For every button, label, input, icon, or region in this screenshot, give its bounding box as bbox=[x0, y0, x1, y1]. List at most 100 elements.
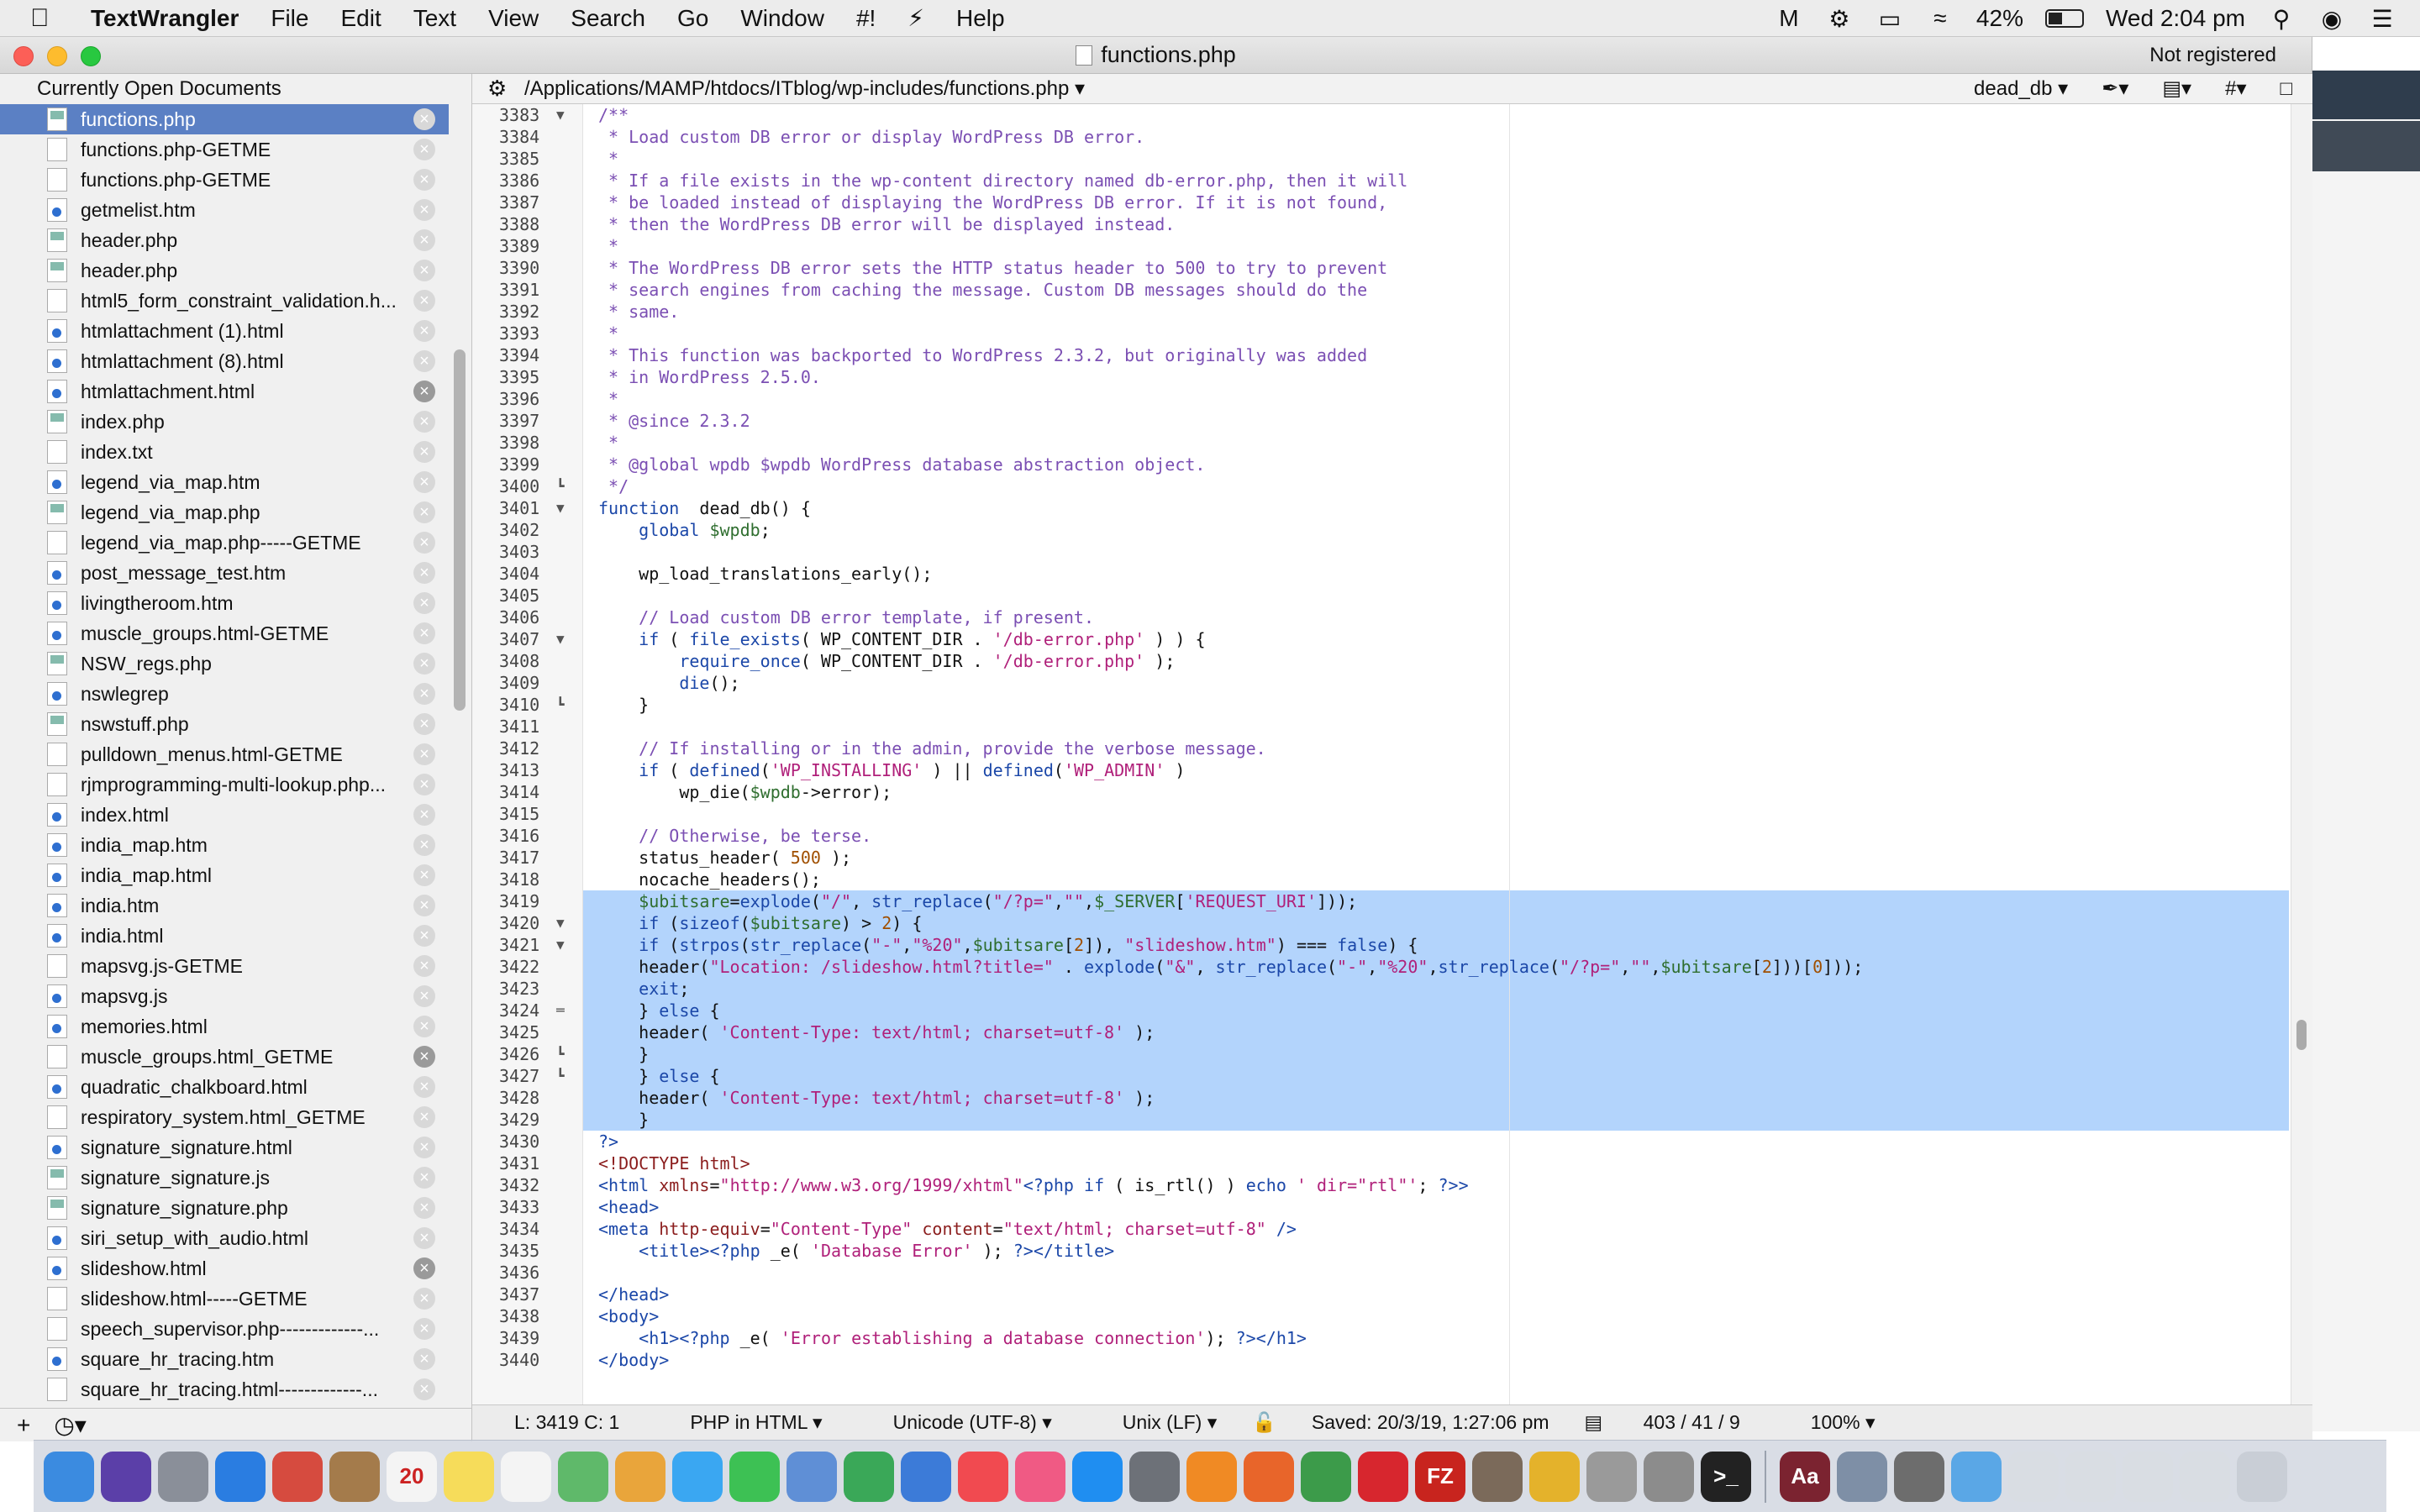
close-document-icon[interactable]: × bbox=[413, 683, 435, 705]
code-line[interactable]: header( 'Content-Type: text/html; charse… bbox=[583, 1087, 2289, 1109]
chrome-icon[interactable] bbox=[1301, 1451, 1351, 1502]
code-line[interactable]: header("Location: /slideshow.html?title=… bbox=[583, 956, 2289, 978]
close-document-icon[interactable]: × bbox=[413, 925, 435, 947]
list-item[interactable]: india_map.htm × bbox=[0, 830, 449, 860]
image-capture-icon[interactable] bbox=[1837, 1451, 1887, 1502]
code-line[interactable] bbox=[583, 585, 2289, 606]
list-item[interactable]: signature_signature.js × bbox=[0, 1163, 449, 1193]
close-document-icon[interactable]: × bbox=[413, 985, 435, 1007]
list-item[interactable]: legend_via_map.php × bbox=[0, 497, 449, 528]
list-item[interactable]: siri_setup_with_audio.html × bbox=[0, 1223, 449, 1253]
close-document-icon[interactable]: × bbox=[413, 350, 435, 372]
list-item[interactable]: slideshow.html-----GETME × bbox=[0, 1284, 449, 1314]
close-document-icon[interactable]: × bbox=[413, 199, 435, 221]
code-line[interactable]: * same. bbox=[583, 301, 2289, 323]
menu-go[interactable]: Go bbox=[677, 5, 708, 32]
close-document-icon[interactable]: × bbox=[413, 1046, 435, 1068]
registration-status[interactable]: Not registered bbox=[2149, 44, 2276, 67]
code-line[interactable]: </head> bbox=[583, 1284, 2289, 1305]
close-document-icon[interactable]: × bbox=[413, 260, 435, 281]
screenshot-icon[interactable]: ⚙ bbox=[1825, 4, 1854, 33]
airplay-icon[interactable]: ▭ bbox=[1876, 4, 1904, 33]
calendar-icon[interactable]: 20 bbox=[387, 1451, 437, 1502]
zoom-popup[interactable]: 100% ▾ bbox=[1776, 1411, 1876, 1434]
code-line[interactable] bbox=[583, 541, 2289, 563]
automator-menu-icon[interactable]: ⚡ bbox=[908, 4, 924, 32]
finder-icon[interactable] bbox=[44, 1451, 94, 1502]
lock-icon[interactable]: 🔓 bbox=[1252, 1411, 1276, 1434]
sidebar-scrollbar[interactable] bbox=[454, 349, 466, 711]
code-line[interactable]: } else { bbox=[583, 1000, 2289, 1021]
recent-documents-icon[interactable]: ◷▾ bbox=[54, 1411, 87, 1439]
code-line[interactable]: <!DOCTYPE html> bbox=[583, 1152, 2289, 1174]
close-document-icon[interactable]: × bbox=[413, 169, 435, 191]
line-endings-popup[interactable]: Unix (LF) ▾ bbox=[1087, 1411, 1218, 1434]
code-line[interactable] bbox=[583, 803, 2289, 825]
close-document-icon[interactable]: × bbox=[413, 108, 435, 130]
list-item[interactable]: rjmprogramming-multi-lookup.php... × bbox=[0, 769, 449, 800]
code-line[interactable]: * bbox=[583, 148, 2289, 170]
document-thumb-icon[interactable] bbox=[2065, 1451, 2116, 1502]
music-icon[interactable] bbox=[1015, 1451, 1065, 1502]
code-line[interactable]: * If a file exists in the wp-content dir… bbox=[583, 170, 2289, 192]
launchpad-icon[interactable] bbox=[158, 1451, 208, 1502]
close-document-icon[interactable]: × bbox=[413, 139, 435, 160]
code-line[interactable]: if ( file_exists( WP_CONTENT_DIR . '/db-… bbox=[583, 628, 2289, 650]
close-document-icon[interactable]: × bbox=[413, 501, 435, 523]
close-document-icon[interactable]: × bbox=[413, 532, 435, 554]
textwrangler-icon[interactable] bbox=[1529, 1451, 1580, 1502]
code-line[interactable]: die(); bbox=[583, 672, 2289, 694]
code-line[interactable]: } else { bbox=[583, 1065, 2289, 1087]
list-item[interactable]: htmlattachment.html × bbox=[0, 376, 449, 407]
code-line[interactable]: <head> bbox=[583, 1196, 2289, 1218]
list-item[interactable]: legend_via_map.php-----GETME × bbox=[0, 528, 449, 558]
counterparts-popup-icon[interactable]: #▾ bbox=[2225, 76, 2246, 101]
news-icon[interactable] bbox=[958, 1451, 1008, 1502]
document-thumb-icon[interactable] bbox=[2123, 1451, 2173, 1502]
gimp-icon[interactable] bbox=[1472, 1451, 1523, 1502]
list-item[interactable]: signature_signature.php × bbox=[0, 1193, 449, 1223]
code-line[interactable]: ?> bbox=[583, 1131, 2289, 1152]
list-item[interactable]: square_hr_tracing.html-------------... × bbox=[0, 1374, 449, 1404]
battery-percent[interactable]: 42% bbox=[1976, 5, 2023, 32]
close-document-icon[interactable]: × bbox=[413, 1288, 435, 1310]
code-line[interactable]: global $wpdb; bbox=[583, 519, 2289, 541]
terminal-icon[interactable]: >_ bbox=[1701, 1451, 1751, 1502]
code-line[interactable] bbox=[583, 1262, 2289, 1284]
code-line[interactable]: <title><?php _e( 'Database Error' ); ?><… bbox=[583, 1240, 2289, 1262]
document-thumb-icon[interactable] bbox=[2180, 1451, 2230, 1502]
code-line[interactable]: <body> bbox=[583, 1305, 2289, 1327]
list-item[interactable]: mapsvg.js × bbox=[0, 981, 449, 1011]
malwarebytes-icon[interactable]: M bbox=[1775, 4, 1803, 33]
fold-toggle-icon[interactable]: ▼ bbox=[556, 104, 565, 126]
code-line[interactable]: header( 'Content-Type: text/html; charse… bbox=[583, 1021, 2289, 1043]
list-item[interactable]: html5_form_constraint_validation.h... × bbox=[0, 286, 449, 316]
code-line[interactable]: // Otherwise, be terse. bbox=[583, 825, 2289, 847]
list-item[interactable]: pulldown_menus.html-GETME × bbox=[0, 739, 449, 769]
code-line[interactable]: * Load custom DB error or display WordPr… bbox=[583, 126, 2289, 148]
code-line[interactable]: // Load custom DB error template, if pre… bbox=[583, 606, 2289, 628]
list-item[interactable]: index.html × bbox=[0, 800, 449, 830]
close-document-icon[interactable]: × bbox=[413, 1016, 435, 1037]
list-item[interactable]: functions.php × bbox=[0, 104, 449, 134]
list-item[interactable]: htmlattachment (8).html × bbox=[0, 346, 449, 376]
code-line[interactable] bbox=[583, 716, 2289, 738]
list-item[interactable]: NSW_regs.php × bbox=[0, 648, 449, 679]
close-document-icon[interactable]: × bbox=[413, 320, 435, 342]
menu-search[interactable]: Search bbox=[571, 5, 645, 32]
fold-toggle-icon[interactable]: ═ bbox=[556, 1000, 565, 1021]
list-item[interactable]: index.txt × bbox=[0, 437, 449, 467]
firefox-icon[interactable] bbox=[1244, 1451, 1294, 1502]
menu-edit[interactable]: Edit bbox=[340, 5, 381, 32]
close-document-icon[interactable]: × bbox=[413, 622, 435, 644]
menu-view[interactable]: View bbox=[488, 5, 539, 32]
preview-icon[interactable] bbox=[786, 1451, 837, 1502]
vertical-scroll-thumb[interactable] bbox=[2296, 1020, 2307, 1050]
list-item[interactable]: muscle_groups.html-GETME × bbox=[0, 618, 449, 648]
close-document-icon[interactable]: × bbox=[413, 381, 435, 402]
code-line[interactable]: * bbox=[583, 235, 2289, 257]
list-item[interactable]: post_message_test.htm × bbox=[0, 558, 449, 588]
code-line[interactable]: } bbox=[583, 1043, 2289, 1065]
code-line[interactable]: * then the WordPress DB error will be di… bbox=[583, 213, 2289, 235]
close-document-icon[interactable]: × bbox=[413, 653, 435, 675]
